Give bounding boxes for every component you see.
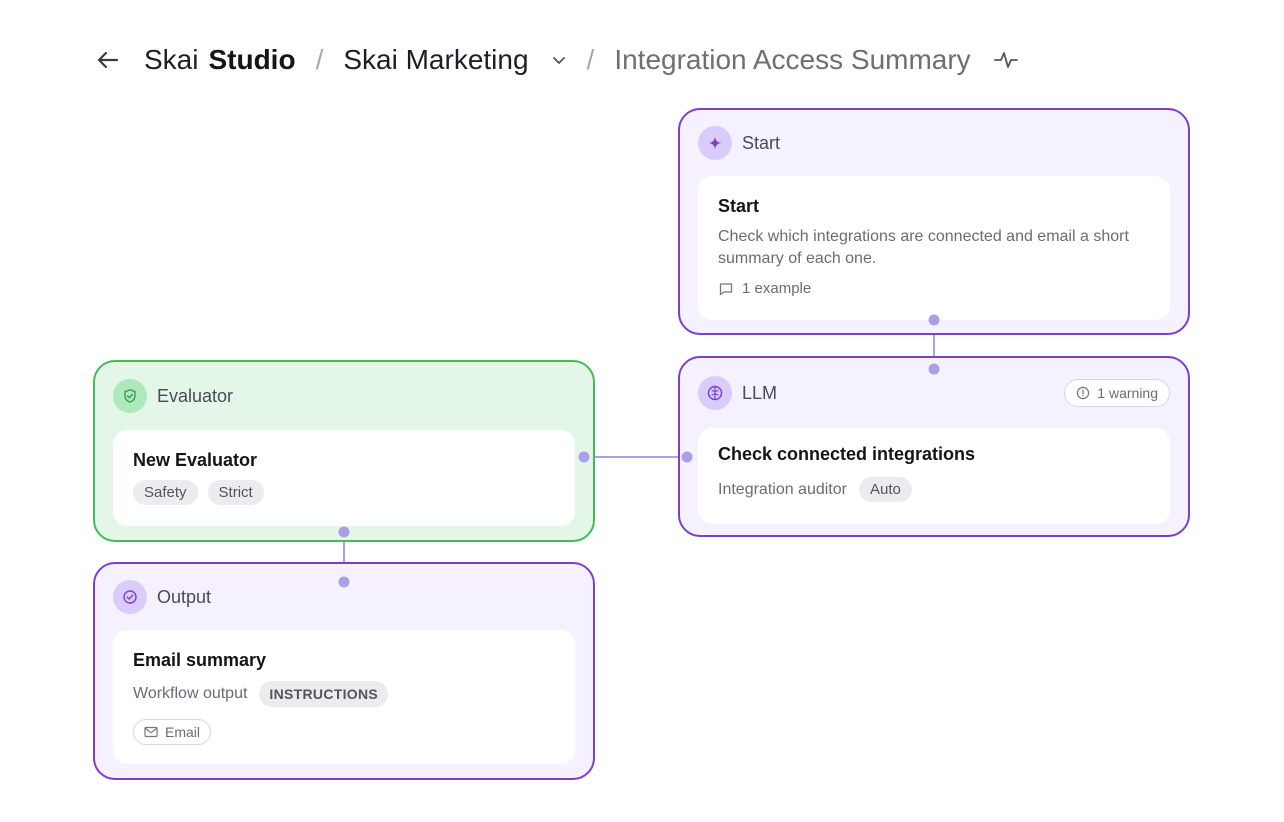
- breadcrumb: Skai Studio / Skai Marketing / Integrati…: [94, 38, 1019, 82]
- email-channel-pill[interactable]: Email: [133, 719, 212, 745]
- warning-badge[interactable]: 1 warning: [1064, 379, 1170, 407]
- comment-icon: [719, 282, 733, 295]
- node-title: Email summary: [133, 650, 267, 670]
- check-circle-icon: [113, 580, 147, 614]
- node-title: New Evaluator: [133, 450, 258, 470]
- node-type-label: Evaluator: [157, 385, 234, 406]
- project-dropdown[interactable]: [551, 52, 567, 68]
- brand-name: Skai: [144, 44, 199, 75]
- mode-tag: Auto: [858, 477, 912, 502]
- node-type-label: LLM: [742, 382, 778, 403]
- evaluator-tag: Strict: [207, 480, 264, 505]
- activity-button[interactable]: [993, 49, 1019, 71]
- page-title: Integration Access Summary: [614, 44, 971, 75]
- start-card: Start Check which integrations are conne…: [698, 176, 1170, 320]
- node-description: Check which integrations are connected a…: [718, 228, 1129, 267]
- node-title: Check connected integrations: [718, 444, 976, 464]
- start-node[interactable]: Start Start Check which integrations are…: [678, 108, 1190, 335]
- llm-card: Check connected integrations Integration…: [698, 428, 1170, 524]
- llm-node[interactable]: LLM 1 warning Check connected integratio…: [678, 356, 1190, 537]
- output-node[interactable]: Output Email summary Workflow output INS…: [93, 562, 595, 780]
- mail-icon: [144, 726, 158, 738]
- breadcrumb-project[interactable]: Skai Marketing: [343, 44, 528, 76]
- back-button[interactable]: [94, 46, 122, 74]
- node-subtitle: Workflow output: [133, 685, 248, 702]
- node-subtitle: Integration auditor: [718, 480, 847, 498]
- node-type-label: Output: [157, 586, 212, 607]
- brain-icon: [698, 376, 732, 410]
- sparkle-icon: [698, 126, 732, 160]
- info-circle-icon: [1077, 386, 1090, 400]
- output-card: Email summary Workflow output INSTRUCTIO…: [113, 630, 575, 764]
- breadcrumb-separator: /: [586, 44, 595, 75]
- evaluator-node[interactable]: Evaluator New Evaluator Safety Strict: [93, 360, 595, 542]
- email-label: Email: [165, 724, 201, 740]
- warning-label: 1 warning: [1097, 385, 1158, 401]
- examples-count[interactable]: 1 example: [742, 280, 811, 297]
- shield-check-icon: [113, 379, 147, 413]
- evaluator-card: New Evaluator Safety Strict: [113, 430, 575, 526]
- brand-product: Studio: [208, 44, 296, 75]
- evaluator-tag: Safety: [133, 480, 198, 505]
- node-type-label: Start: [742, 132, 781, 153]
- arrow-left-icon: [97, 51, 119, 69]
- node-title: Start: [718, 196, 760, 216]
- pulse-icon: [993, 52, 1018, 68]
- instructions-tag: INSTRUCTIONS: [259, 681, 389, 707]
- chevron-down-icon: [552, 57, 565, 64]
- breadcrumb-separator: /: [315, 44, 324, 75]
